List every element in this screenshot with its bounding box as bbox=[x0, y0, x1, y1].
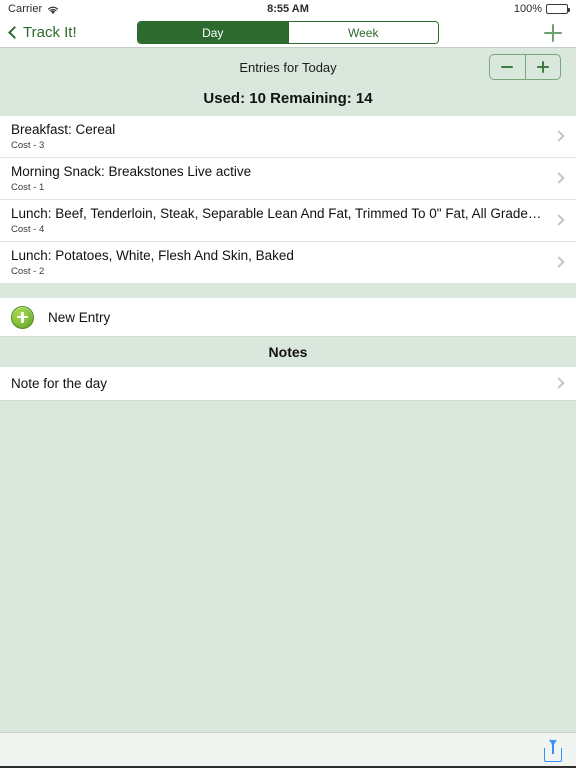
note-title: Note for the day bbox=[11, 376, 108, 391]
chevron-right-icon bbox=[553, 171, 565, 184]
list-section-gap bbox=[0, 283, 576, 298]
entry-cost: Cost - 1 bbox=[11, 182, 45, 193]
list-item[interactable]: Note for the day bbox=[0, 367, 576, 400]
empty-area bbox=[0, 400, 576, 732]
nav-bar: Track It! Day Week bbox=[0, 18, 576, 48]
add-entry-button-plus-icon[interactable] bbox=[540, 20, 566, 46]
segment-week[interactable]: Week bbox=[287, 22, 438, 43]
plus-icon bbox=[536, 61, 549, 73]
plus-circle-icon bbox=[11, 305, 34, 329]
entry-cost: Cost - 4 bbox=[11, 224, 45, 235]
status-bar-right: 100% bbox=[513, 3, 570, 15]
table-row[interactable]: Breakfast: Cereal Cost - 3 bbox=[0, 116, 576, 158]
battery-icon bbox=[546, 4, 570, 14]
segment-day[interactable]: Day bbox=[138, 22, 288, 43]
chevron-right-icon bbox=[553, 255, 565, 268]
chevron-right-icon bbox=[553, 213, 565, 226]
chevron-right-icon bbox=[553, 129, 565, 142]
stepper-decrement-button[interactable] bbox=[490, 55, 525, 79]
table-row[interactable]: Lunch: Potatoes, White, Flesh And Skin, … bbox=[0, 242, 576, 283]
battery-percent-label: 100% bbox=[513, 3, 542, 15]
table-row[interactable]: Morning Snack: Breakstones Live active C… bbox=[0, 158, 576, 200]
period-segmented-control[interactable]: Day Week bbox=[137, 21, 439, 44]
entries-list: Breakfast: Cereal Cost - 3 Morning Snack… bbox=[0, 116, 576, 283]
status-bar: Carrier 8:55 AM 100% bbox=[0, 0, 576, 18]
bottom-toolbar bbox=[0, 732, 576, 768]
back-button[interactable]: Track It! bbox=[8, 24, 77, 41]
points-stepper[interactable] bbox=[489, 54, 561, 80]
entry-title: Lunch: Beef, Tenderloin, Steak, Separabl… bbox=[11, 206, 546, 221]
chevron-left-icon bbox=[8, 26, 21, 39]
entry-title: Lunch: Potatoes, White, Flesh And Skin, … bbox=[11, 248, 294, 263]
status-bar-time: 8:55 AM bbox=[267, 3, 309, 15]
notes-section-header: Notes bbox=[0, 336, 576, 367]
back-button-label: Track It! bbox=[23, 24, 77, 41]
notes-list: Note for the day bbox=[0, 367, 576, 400]
new-entry-label: New Entry bbox=[48, 309, 111, 325]
entry-title: Morning Snack: Breakstones Live active bbox=[11, 164, 252, 179]
entry-cost: Cost - 3 bbox=[11, 140, 45, 151]
entry-title: Breakfast: Cereal bbox=[11, 122, 116, 137]
new-entry-button[interactable]: New Entry bbox=[0, 298, 576, 336]
table-row[interactable]: Lunch: Beef, Tenderloin, Steak, Separabl… bbox=[0, 200, 576, 242]
stepper-increment-button[interactable] bbox=[524, 55, 561, 79]
chevron-right-icon bbox=[553, 376, 565, 389]
entry-cost: Cost - 2 bbox=[11, 266, 45, 277]
share-icon[interactable] bbox=[544, 739, 562, 762]
summary-header: Entries for Today Used: 10 Remaining: 14 bbox=[0, 48, 576, 116]
minus-icon bbox=[501, 66, 514, 68]
app-screen: Carrier 8:55 AM 100% Track It! Day Week bbox=[0, 0, 576, 768]
summary-counts: Used: 10 Remaining: 14 bbox=[203, 90, 373, 107]
